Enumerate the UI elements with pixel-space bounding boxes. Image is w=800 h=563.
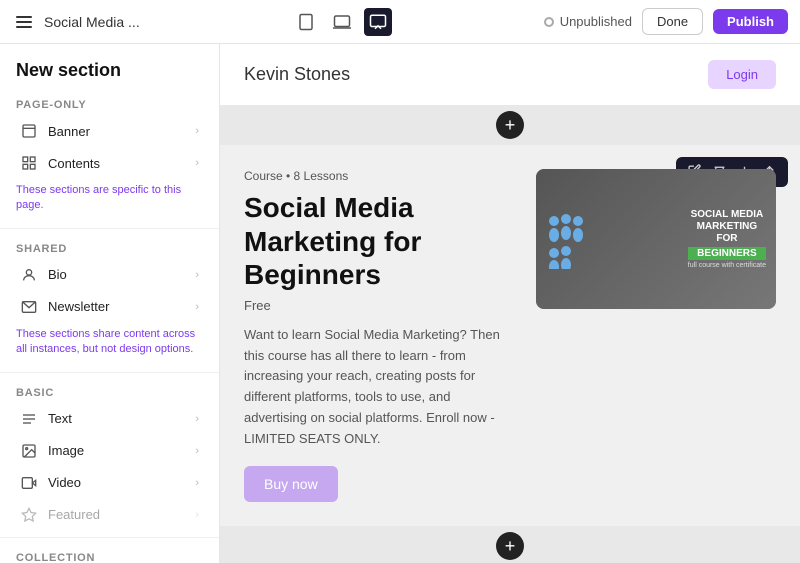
author-name: Kevin Stones — [244, 64, 350, 85]
sidebar-item-featured-label: Featured — [48, 507, 100, 522]
image-icon — [20, 442, 38, 460]
chevron-icon: › — [195, 301, 199, 313]
video-icon — [20, 474, 38, 492]
topbar-left: Social Media ... — [12, 12, 140, 32]
banner-icon — [20, 122, 38, 140]
topbar: Social Media ... Unpublished Done Publis… — [0, 0, 800, 44]
topbar-title: Social Media ... — [44, 14, 140, 30]
login-button[interactable]: Login — [708, 60, 776, 89]
bio-icon — [20, 266, 38, 284]
sidebar-item-contents-label: Contents — [48, 156, 100, 171]
contents-icon — [20, 154, 38, 172]
done-button[interactable]: Done — [642, 8, 703, 35]
status-label: Unpublished — [560, 14, 632, 29]
tablet-icon[interactable] — [292, 8, 320, 36]
publish-status: Unpublished — [544, 14, 632, 29]
course-image-inner: SOCIAL MEDIAMARKETINGFOR BEGINNERS full … — [536, 169, 776, 309]
add-section-button-top[interactable]: + — [496, 111, 524, 139]
chevron-icon: › — [195, 477, 199, 489]
course-section: Course • 8 Lessons Social Media Marketin… — [220, 145, 800, 526]
sidebar-item-contents[interactable]: Contents › — [4, 147, 215, 179]
shared-note: These sections share content across all … — [0, 323, 219, 366]
course-content: Course • 8 Lessons Social Media Marketin… — [244, 169, 776, 502]
sidebar-item-newsletter[interactable]: Newsletter › — [4, 291, 215, 323]
main-layout: New section PAGE-ONLY Banner › Contents … — [0, 44, 800, 563]
course-image-text-overlay: SOCIAL MEDIAMARKETINGFOR BEGINNERS full … — [688, 209, 766, 269]
publish-button[interactable]: Publish — [713, 9, 788, 34]
sidebar-item-bio[interactable]: Bio › — [4, 259, 215, 291]
device-switcher — [292, 8, 392, 36]
sidebar-item-image-label: Image — [48, 443, 84, 458]
course-text: Course • 8 Lessons Social Media Marketin… — [244, 169, 516, 502]
add-section-top: + — [220, 105, 800, 145]
text-icon — [20, 410, 38, 428]
chevron-icon: › — [195, 413, 199, 425]
sidebar-item-video[interactable]: Video › — [4, 467, 215, 499]
people-icons — [546, 209, 616, 269]
chevron-icon: › — [195, 125, 199, 137]
sidebar: New section PAGE-ONLY Banner › Contents … — [0, 44, 220, 563]
group-page-only: PAGE-ONLY — [0, 91, 219, 115]
sidebar-item-bio-label: Bio — [48, 267, 67, 282]
content-area: Kevin Stones Login + — [220, 44, 800, 563]
course-label: Course • 8 Lessons — [244, 169, 516, 183]
add-section-button-bottom[interactable]: + — [496, 532, 524, 560]
laptop-icon[interactable] — [328, 8, 356, 36]
sidebar-item-image[interactable]: Image › — [4, 435, 215, 467]
sidebar-item-banner-label: Banner — [48, 124, 90, 139]
sidebar-item-banner[interactable]: Banner › — [4, 115, 215, 147]
chevron-icon: › — [195, 445, 199, 457]
buy-button[interactable]: Buy now — [244, 466, 338, 502]
sidebar-title: New section — [0, 60, 219, 91]
sidebar-item-text-label: Text — [48, 411, 72, 426]
course-description: Want to learn Social Media Marketing? Th… — [244, 325, 516, 450]
course-image: SOCIAL MEDIAMARKETINGFOR BEGINNERS full … — [536, 169, 776, 309]
desktop-icon[interactable] — [364, 8, 392, 36]
chevron-icon: › — [195, 269, 199, 281]
page-only-note: These sections are specific to this page… — [0, 179, 219, 222]
chevron-icon: › — [195, 509, 199, 521]
featured-icon — [20, 506, 38, 524]
sidebar-item-video-label: Video — [48, 475, 81, 490]
chevron-icon: › — [195, 157, 199, 169]
add-section-bottom: + — [220, 526, 800, 563]
group-basic: BASIC — [0, 379, 219, 403]
page-header: Kevin Stones Login — [220, 44, 800, 105]
sidebar-item-text[interactable]: Text › — [4, 403, 215, 435]
course-title: Social Media Marketing for Beginners — [244, 191, 516, 292]
topbar-right: Unpublished Done Publish — [544, 8, 788, 35]
newsletter-icon — [20, 298, 38, 316]
menu-icon[interactable] — [12, 12, 36, 32]
sidebar-item-featured: Featured › — [4, 499, 215, 531]
group-shared: SHARED — [0, 235, 219, 259]
group-collection: COLLECTION — [0, 544, 219, 563]
sidebar-item-newsletter-label: Newsletter — [48, 299, 109, 314]
course-price: Free — [244, 298, 516, 313]
status-dot — [544, 17, 554, 27]
